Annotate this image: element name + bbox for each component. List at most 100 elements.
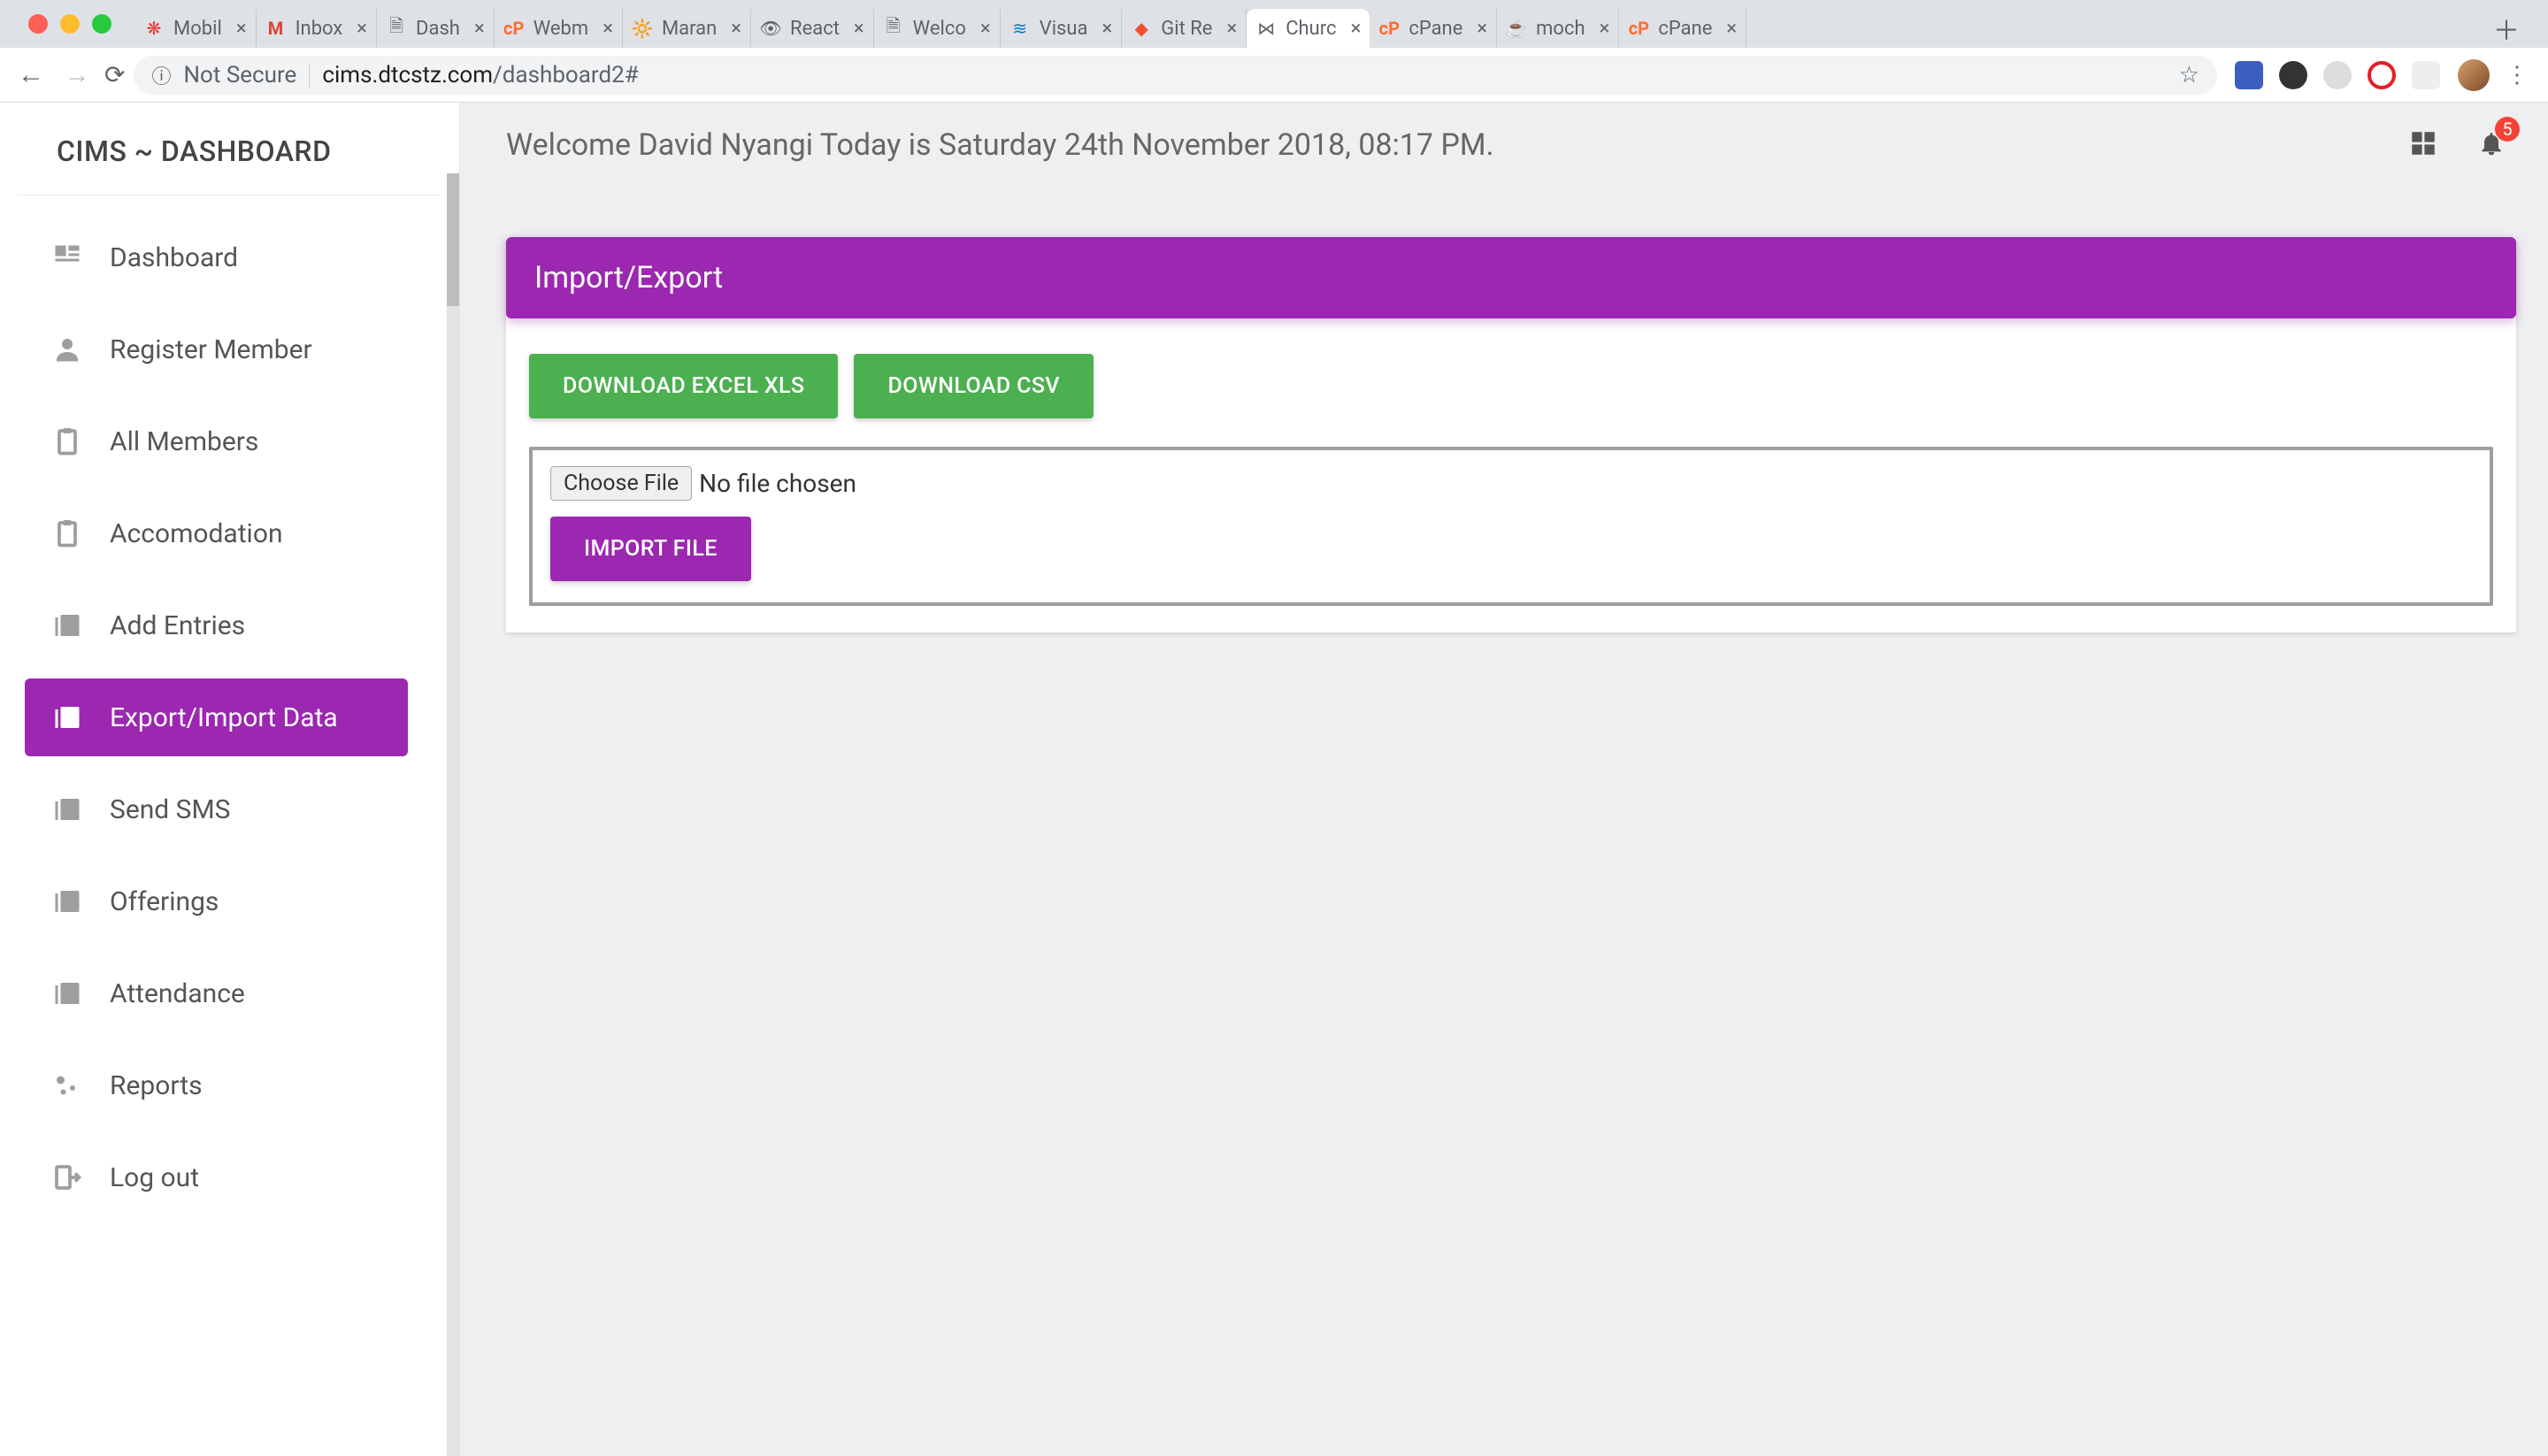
extension-icon[interactable] (2368, 61, 2396, 89)
tab-active: ⋈ Churc × (1247, 9, 1370, 48)
tab-label[interactable]: moch (1536, 18, 1585, 40)
tab-close-icon[interactable]: × (848, 18, 864, 40)
file-chosen-label: No file chosen (699, 469, 856, 498)
tab-close-icon[interactable]: × (1346, 18, 1362, 40)
tab-close-icon[interactable]: × (351, 18, 367, 40)
omnibox[interactable]: ⓘ Not Secure cims.dtcstz.com/dashboard2#… (134, 56, 2217, 95)
tabs: ❋Mobil× MInbox× 🗎Dash× cPWebm× 🔆Maran× 👁… (134, 0, 2481, 48)
favicon: ◆ (1131, 18, 1152, 39)
library-icon (50, 884, 85, 919)
download-csv-button[interactable]: DOWNLOAD CSV (854, 354, 1093, 418)
tab-label[interactable]: Churc (1286, 18, 1336, 40)
sidebar-item-label: All Members (110, 426, 258, 457)
tab-close-icon[interactable]: × (725, 18, 741, 40)
import-file-button[interactable]: IMPORT FILE (550, 517, 751, 581)
window-close[interactable] (28, 14, 48, 34)
sidebar-item-accomodation[interactable]: Accomodation (25, 494, 408, 572)
tab-close-icon[interactable]: × (231, 18, 247, 40)
download-xls-button[interactable]: DOWNLOAD EXCEL XLS (529, 354, 838, 418)
tab-label[interactable]: Git Re (1161, 18, 1212, 40)
dashboard-icon (50, 240, 85, 275)
tab-label[interactable]: Maran (662, 18, 717, 40)
sidebar-item-add-entries[interactable]: Add Entries (25, 586, 408, 664)
tab: 🗎 Dash × (377, 9, 495, 48)
sidebar-item-label: Send SMS (110, 794, 230, 825)
extension-icon[interactable] (2235, 61, 2263, 89)
main-content: Welcome David Nyangi Today is Saturday 2… (460, 103, 2548, 1456)
new-tab-button[interactable]: ＋ (2481, 9, 2532, 48)
extension-icon[interactable] (2323, 61, 2352, 89)
tab-label[interactable]: Visua (1040, 18, 1088, 40)
sidebar-item-logout[interactable]: Log out (25, 1138, 408, 1216)
tab-close-icon[interactable]: × (1221, 18, 1237, 40)
tab-close-icon[interactable]: × (597, 18, 613, 40)
site-info-icon[interactable]: ⓘ (151, 61, 171, 89)
favicon: cP (1378, 18, 1400, 39)
sidebar-item-label: Dashboard (110, 242, 238, 273)
tab-label[interactable]: Webm (533, 18, 589, 40)
welcome-message: Welcome David Nyangi Today is Saturday 2… (506, 127, 1494, 163)
sidebar-item-label: Offerings (110, 886, 219, 917)
notifications-button[interactable]: 5 (2477, 129, 2506, 161)
tab: cP cPane × (1370, 9, 1497, 48)
browser-tab-strip: ❋Mobil× MInbox× 🗎Dash× cPWebm× 🔆Maran× 👁… (0, 0, 2548, 48)
tab: 🔆Maran× (623, 9, 751, 48)
sidebar-item-reports[interactable]: Reports (25, 1046, 408, 1124)
tab-close-icon[interactable]: × (1097, 18, 1113, 40)
chrome-menu-icon[interactable]: ⋮ (2498, 62, 2536, 88)
favicon: 👁 (760, 18, 781, 39)
tab-close-icon[interactable]: × (469, 18, 485, 40)
tab: ≋Visua× (1001, 9, 1123, 48)
favicon: ⋈ (1255, 18, 1277, 39)
tab-label[interactable]: Dash (416, 18, 460, 40)
tab-close-icon[interactable]: × (975, 18, 991, 40)
clipboard-icon (50, 424, 85, 459)
forward-button[interactable]: → (58, 59, 96, 90)
tab-close-icon[interactable]: × (1721, 18, 1737, 40)
sidebar: CIMS ~ DASHBOARD Dashboard Register Memb… (0, 103, 460, 1456)
bookmark-star-icon[interactable]: ☆ (2179, 62, 2199, 88)
window-maximize[interactable] (92, 14, 111, 34)
import-box: Choose File No file chosen IMPORT FILE (529, 447, 2493, 606)
sidebar-item-label: Reports (110, 1070, 203, 1101)
favicon: cP (1628, 18, 1649, 39)
library-icon (50, 608, 85, 643)
sidebar-item-label: Add Entries (110, 610, 245, 641)
sidebar-item-send-sms[interactable]: Send SMS (25, 770, 408, 848)
tab-close-icon[interactable]: × (1594, 18, 1610, 40)
reload-button[interactable]: ⟳ (104, 60, 125, 89)
tab: 🗎Welco× (874, 9, 1001, 48)
tab-label[interactable]: Inbox (295, 18, 343, 40)
tab-label[interactable]: Mobil (173, 18, 222, 40)
extension-icons (2226, 61, 2449, 89)
tab-label[interactable]: React (790, 18, 840, 40)
sidebar-item-all-members[interactable]: All Members (25, 402, 408, 480)
library-icon (50, 700, 85, 735)
tab-label[interactable]: cPane (1658, 18, 1712, 40)
tab: ❋Mobil× (134, 9, 257, 48)
sidebar-item-register-member[interactable]: Register Member (25, 310, 408, 388)
sidebar-item-label: Attendance (110, 978, 245, 1009)
sidebar-item-label: Accomodation (110, 518, 283, 549)
import-export-card: Import/Export DOWNLOAD EXCEL XLS DOWNLOA… (506, 237, 2516, 632)
sidebar-item-offerings[interactable]: Offerings (25, 862, 408, 940)
tab-label[interactable]: Welco (913, 18, 966, 40)
notification-badge: 5 (2495, 117, 2520, 142)
tab-close-icon[interactable]: × (1471, 18, 1487, 40)
favicon: 🗎 (386, 18, 407, 39)
tab: cP cPane × (1619, 9, 1746, 48)
extension-icon[interactable] (2412, 61, 2440, 89)
tab: ☕moch× (1497, 9, 1619, 48)
brand-title: CIMS ~ DASHBOARD (18, 122, 441, 195)
back-button[interactable]: ← (12, 59, 50, 90)
choose-file-button[interactable]: Choose File (550, 466, 692, 501)
sidebar-item-export-import[interactable]: Export/Import Data (25, 678, 408, 756)
apps-grid-icon[interactable] (2408, 128, 2438, 162)
sidebar-item-label: Export/Import Data (110, 702, 338, 733)
tab-label[interactable]: cPane (1408, 18, 1462, 40)
window-minimize[interactable] (60, 14, 80, 34)
profile-avatar[interactable] (2458, 59, 2490, 91)
sidebar-item-dashboard[interactable]: Dashboard (25, 218, 408, 296)
extension-icon[interactable] (2279, 61, 2307, 89)
sidebar-item-attendance[interactable]: Attendance (25, 954, 408, 1032)
